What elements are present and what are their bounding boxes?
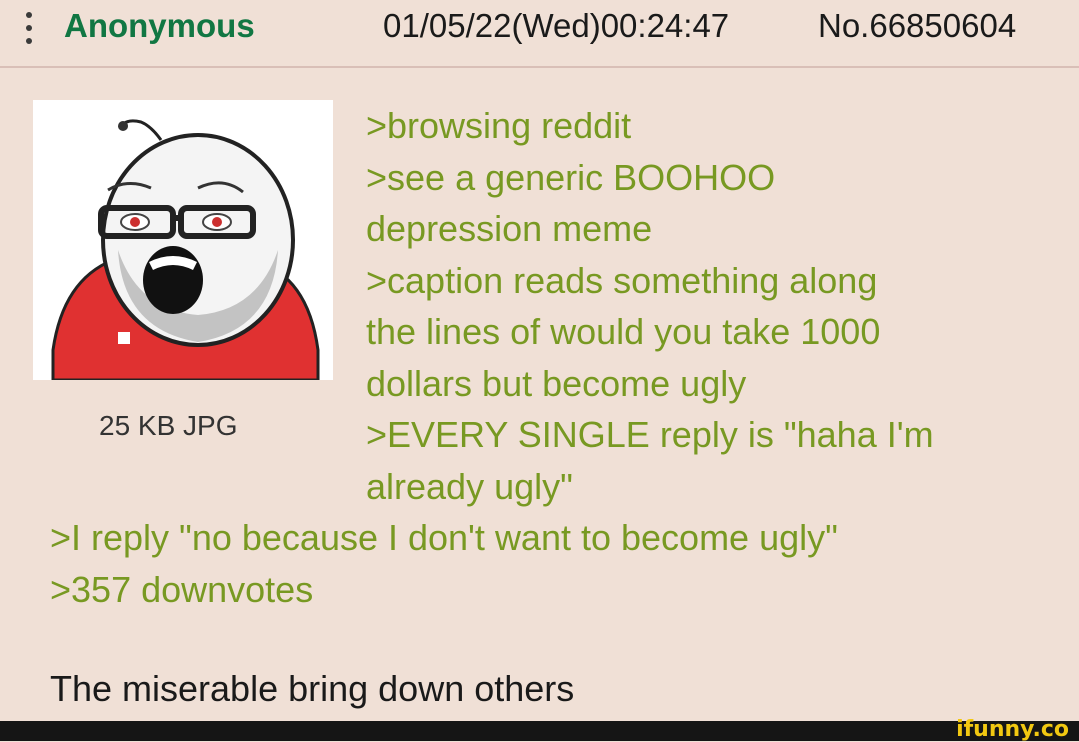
post-header: Anonymous 01/05/22(Wed)00:24:47 No.66850… [0,0,1079,68]
greentext-line: >EVERY SINGLE reply is "haha I'm [366,414,934,455]
post-caption: The miserable bring down others [50,668,575,709]
greentext-line: >caption reads something along [366,259,878,301]
post-body-greentext: >browsing reddit >see a generic BOOHOO d… [366,100,1046,512]
greentext-line: depression meme [366,208,653,249]
greentext-line: >357 downvotes [50,568,314,610]
file-info: 25 KB JPG [99,410,238,441]
post-number[interactable]: No.66850604 [818,7,1016,45]
post-thumbnail[interactable] [33,100,333,382]
ifunny-watermark: ifunny.co [956,717,1069,742]
soyjak-image [51,119,320,382]
greentext-line: >browsing reddit [366,105,632,146]
more-options-icon[interactable] [22,10,36,46]
greentext-line: already ugly" [366,465,573,507]
post-body-greentext-continued: >I reply "no because I don't want to bec… [50,512,1060,615]
greentext-line: >see a generic BOOHOO [366,156,776,198]
post-datetime: 01/05/22(Wed)00:24:47 [383,7,730,44]
poster-name: Anonymous [64,7,255,44]
greentext-line: >I reply "no because I don't want to bec… [50,517,838,558]
greentext-line: the lines of would you take 1000 [366,311,881,352]
footer-bar: ifunny.co [0,717,1079,742]
greentext-line: dollars but become ugly [366,362,747,404]
